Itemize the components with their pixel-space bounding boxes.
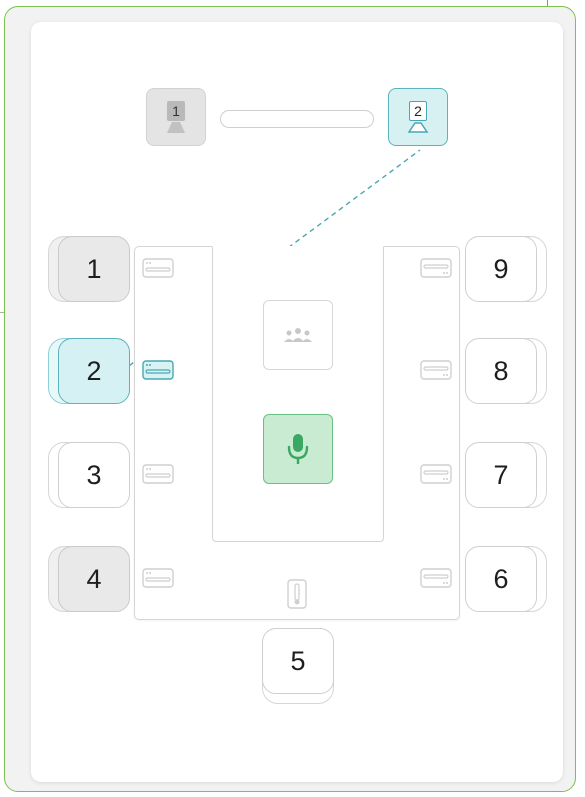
seat-3[interactable]: 3 (58, 442, 130, 508)
microphone-icon (287, 434, 309, 464)
table-mic-8-icon[interactable] (420, 360, 452, 380)
group-view-button[interactable] (263, 300, 333, 370)
seat-7[interactable]: 7 (465, 442, 537, 508)
seat-5[interactable]: 5 (262, 628, 334, 694)
microphone-button[interactable] (263, 414, 333, 484)
seat-9[interactable]: 9 (465, 236, 537, 302)
seat-9-number: 9 (493, 253, 509, 284)
table-mic-4-icon[interactable] (142, 568, 174, 588)
table-inner-cutout (212, 246, 384, 542)
thermometer-icon (287, 579, 307, 609)
table-mic-1-icon[interactable] (142, 258, 174, 278)
seat-3-number: 3 (86, 459, 102, 490)
seat-8-number: 8 (493, 355, 509, 386)
seat-7-number: 7 (493, 459, 509, 490)
table-mic-2-icon[interactable] (142, 360, 174, 380)
seat-2[interactable]: 2 (58, 338, 130, 404)
table-mic-6-icon[interactable] (420, 568, 452, 588)
seat-4-number: 4 (86, 563, 102, 594)
seat-5-number: 5 (290, 645, 306, 676)
seat-6-number: 6 (493, 563, 509, 594)
seat-1-number: 1 (86, 253, 102, 284)
table-mic-3-icon[interactable] (142, 464, 174, 484)
seat-6[interactable]: 6 (465, 546, 537, 612)
table-mic-7-icon[interactable] (420, 464, 452, 484)
table-mic-9-icon[interactable] (420, 258, 452, 278)
people-group-icon (284, 328, 312, 342)
seat-4[interactable]: 4 (58, 546, 130, 612)
seat-2-number: 2 (86, 355, 102, 386)
seat-1[interactable]: 1 (58, 236, 130, 302)
seat-8[interactable]: 8 (465, 338, 537, 404)
